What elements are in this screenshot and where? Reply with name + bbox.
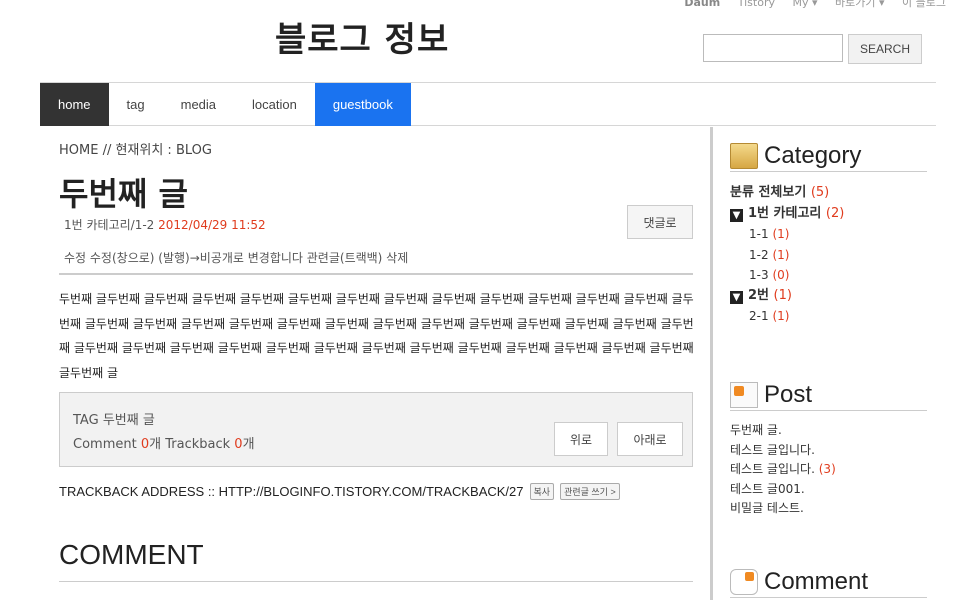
nav-media[interactable]: media — [163, 83, 234, 126]
recent-post-item[interactable]: 테스트 글입니다. — [730, 441, 836, 461]
reply-button[interactable]: 댓글로 — [627, 205, 693, 239]
nav-tag[interactable]: tag — [109, 83, 163, 126]
category-item-2[interactable]: ▼ 2번 (1) — [730, 286, 844, 307]
post-icon — [730, 382, 758, 408]
category-item-1-1[interactable]: 1-1 (1) — [730, 224, 844, 245]
main-nav: home tag media location guestbook — [40, 82, 936, 126]
comment-title-header: Comment — [764, 568, 869, 595]
copy-button[interactable]: 복사 — [529, 483, 555, 500]
folder-icon — [730, 143, 758, 169]
post-title[interactable]: 두번째 글 — [59, 169, 188, 215]
post-date: 2012/04/29 11:52 — [158, 218, 266, 232]
category-list: 분류 전체보기 (5) ▼ 1번 카테고리 (2) 1-1 (1) 1-2 (1)… — [730, 183, 844, 327]
trackback-count: 0 — [234, 437, 243, 452]
recent-post-item[interactable]: 테스트 글001. — [730, 480, 836, 500]
search-form: SEARCH — [703, 34, 922, 64]
post-title-header: Post — [764, 381, 813, 408]
nav-guestbook[interactable]: guestbook — [314, 83, 411, 126]
comment-icon — [730, 569, 758, 595]
tag-line: TAG 두번째 글 — [73, 409, 155, 428]
top-utility-bar: Daum Tistory My ▾ 바로가기 ▾ 이 블로그 — [684, 0, 960, 10]
comment-count: 0 — [140, 437, 150, 452]
count-line: Comment 0개 Trackback 0개 — [73, 433, 255, 452]
recent-post-item[interactable]: 비밀글 테스트. — [730, 499, 836, 519]
write-related-button[interactable]: 관련글 쓰기 > — [560, 483, 620, 500]
post-category-link[interactable]: 1번 카테고리/1-2 — [64, 218, 154, 232]
recent-post-list: 두번째 글. 테스트 글입니다. 테스트 글입니다. (3) 테스트 글001.… — [730, 421, 836, 519]
recent-post-item[interactable]: 두번째 글. — [730, 421, 836, 441]
tag-label: TAG — [73, 413, 99, 428]
divider — [59, 581, 693, 582]
scroll-up-button[interactable]: 위로 — [554, 422, 608, 456]
tag-link[interactable]: 두번째 글 — [103, 413, 155, 428]
category-item-1-2[interactable]: 1-2 (1) — [730, 245, 844, 266]
nav-location[interactable]: location — [234, 83, 315, 126]
comment-header: Comment — [730, 567, 927, 598]
scroll-down-button[interactable]: 아래로 — [617, 422, 683, 456]
category-header: Category — [730, 141, 927, 172]
comment-count-link[interactable]: Comment 0개 — [73, 437, 161, 452]
site-title[interactable]: 블로그 정보 — [275, 12, 449, 61]
divider — [59, 273, 693, 275]
trackback-address: TRACKBACK ADDRESS :: HTTP://BLOGINFO.TIS… — [59, 484, 524, 499]
post-header: Post — [730, 380, 927, 411]
tag-box: TAG 두번째 글 Comment 0개 Trackback 0개 위로 아래로 — [59, 392, 693, 467]
recent-post-item[interactable]: 테스트 글입니다. (3) — [730, 460, 836, 480]
post-meta: 1번 카테고리/1-2 2012/04/29 11:52 — [64, 216, 266, 233]
category-item-2-1[interactable]: 2-1 (1) — [730, 306, 844, 327]
arrow-down-icon: ▼ — [730, 290, 743, 304]
trackback-count-link[interactable]: Trackback 0개 — [165, 437, 254, 452]
daum-link[interactable]: Daum — [684, 0, 720, 9]
nav-home[interactable]: home — [40, 83, 109, 126]
shortcut-menu[interactable]: 바로가기 ▾ — [835, 0, 885, 9]
search-input[interactable] — [703, 34, 843, 62]
this-blog-menu[interactable]: 이 블로그 — [902, 0, 946, 9]
post-body: 두번째 글두번째 글두번째 글두번째 글두번째 글두번째 글두번째 글두번째 글… — [59, 292, 694, 380]
tistory-link[interactable]: Tistory — [738, 0, 775, 9]
comment-heading: COMMENT — [59, 539, 204, 570]
trackback-address-row: TRACKBACK ADDRESS :: HTTP://BLOGINFO.TIS… — [59, 483, 620, 500]
category-title: Category — [764, 142, 862, 169]
category-item-1-3[interactable]: 1-3 (0) — [730, 265, 844, 286]
category-item-1[interactable]: ▼ 1번 카테고리 (2) — [730, 204, 844, 225]
post-admin-actions[interactable]: 수정 수정(창으로) (발행)→비공개로 변경합니다 관련글(트랙백) 삭제 — [64, 249, 408, 266]
arrow-down-icon: ▼ — [730, 208, 743, 222]
breadcrumb: HOME // 현재위치 : BLOG — [59, 143, 212, 158]
search-button[interactable]: SEARCH — [848, 34, 922, 64]
my-menu[interactable]: My ▾ — [792, 0, 817, 9]
post-content: HOME // 현재위치 : BLOG 두번째 글 1번 카테고리/1-2 20… — [40, 127, 713, 600]
category-item-all[interactable]: 분류 전체보기 (5) — [730, 183, 844, 204]
